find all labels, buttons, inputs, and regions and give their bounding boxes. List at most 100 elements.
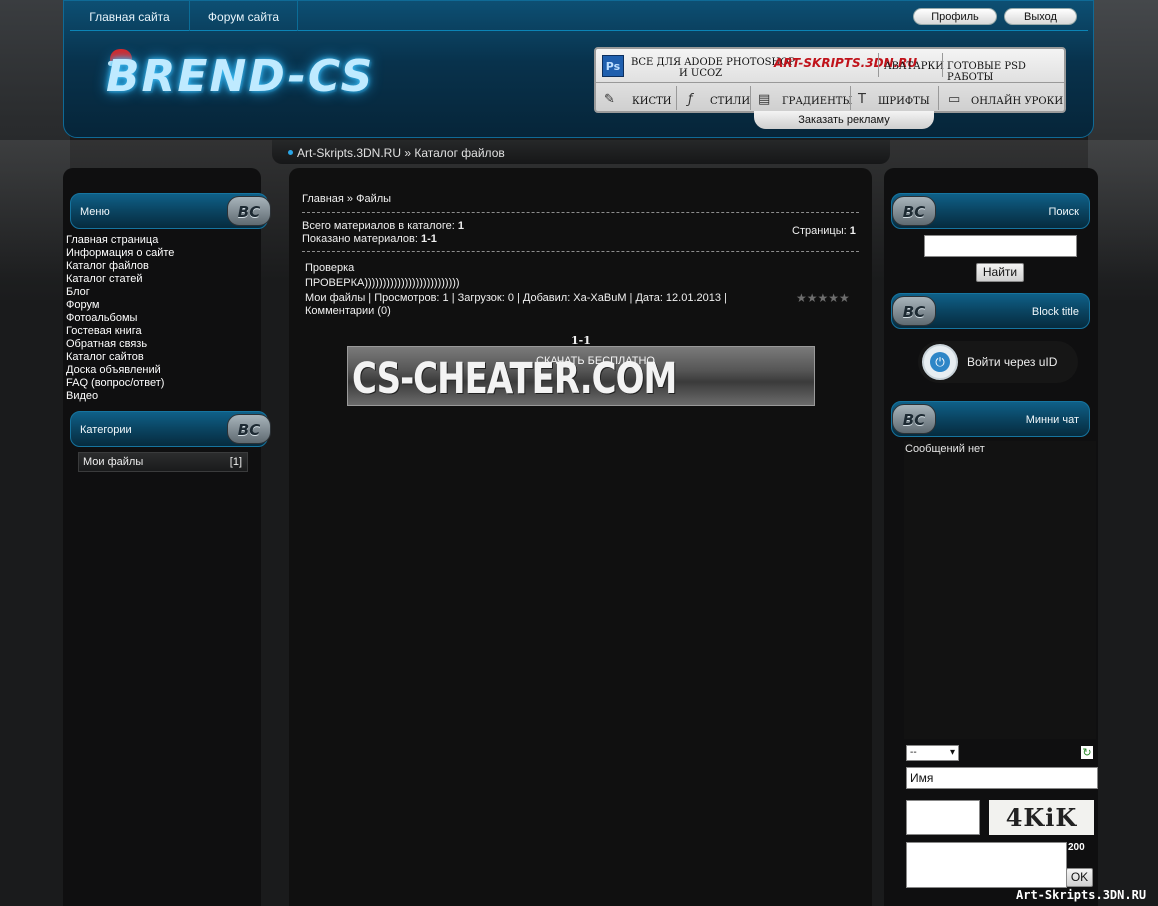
uid-login-label: Войти через uID xyxy=(967,355,1058,369)
power-icon: ⏻ xyxy=(930,352,950,372)
menu-item-home[interactable]: Главная страница xyxy=(66,234,174,247)
category-item[interactable]: Мои файлы [1] xyxy=(78,452,248,472)
ad-avatars[interactable]: Аватарки xyxy=(884,61,944,72)
categories-block-title: Категории BC xyxy=(70,411,271,447)
pages-label: Страницы: xyxy=(792,225,847,237)
ad-all-for[interactable]: Все для Adode Photoshop xyxy=(631,57,795,68)
search-block-title: BC Поиск xyxy=(891,193,1090,229)
ad-psd[interactable]: Готовые PSD работы xyxy=(947,61,1064,83)
ad-gradients[interactable]: Градиенты xyxy=(782,96,852,107)
font-icon: T xyxy=(858,92,866,107)
breadcrumb-text[interactable]: Art-Skripts.3DN.RU » Каталог файлов xyxy=(297,146,505,160)
bullet-icon xyxy=(288,150,293,155)
bc-badge-icon: BC xyxy=(227,196,271,226)
lesson-icon: ▭ xyxy=(948,92,961,107)
nav-home-link[interactable]: Главная сайта xyxy=(70,1,190,31)
refresh-icon[interactable]: ↻ xyxy=(1081,746,1093,759)
search-input[interactable] xyxy=(924,235,1077,257)
content-breadcrumb[interactable]: Главная » Файлы xyxy=(302,193,391,205)
category-name: Мои файлы xyxy=(83,456,144,468)
bc-badge-icon: BC xyxy=(892,404,936,434)
banner-subtitle: СКАЧАТЬ БЕСПЛАТНО xyxy=(536,355,655,367)
entry-comments-link[interactable]: Комментарии (0) xyxy=(305,305,391,317)
profile-button[interactable]: Профиль xyxy=(913,8,997,25)
ad-row-bottom: ✎ Кисти ƒ Стили ▤ Градиенты T Шрифты ▭ О… xyxy=(596,84,1064,113)
rating-stars[interactable]: ★★★★★ xyxy=(796,291,850,305)
shown-materials: Показано материалов: 1-1 xyxy=(302,233,437,245)
bc-badge-icon: BC xyxy=(892,296,936,326)
categories-title: Категории xyxy=(80,424,132,436)
total-label: Всего материалов в каталоге: xyxy=(302,220,455,232)
divider xyxy=(302,212,859,213)
chevron-down-icon: ▾ xyxy=(949,747,955,758)
chat-ok-button[interactable]: OK xyxy=(1066,868,1093,887)
ad-and-ucoz: и uCoz xyxy=(679,68,723,79)
menu-item-about[interactable]: Информация о сайте xyxy=(66,247,174,260)
block-title-bar: BC Block title xyxy=(891,293,1090,329)
total-materials: Всего материалов в каталоге: 1 xyxy=(302,220,464,232)
menu-item-board[interactable]: Доска объявлений xyxy=(66,364,174,377)
captcha-image: 4KiK xyxy=(989,800,1094,835)
order-ad-link[interactable]: Заказать рекламу xyxy=(754,111,934,129)
menu-item-forum[interactable]: Форум xyxy=(66,299,174,312)
nav-forum-link[interactable]: Форум сайта xyxy=(190,1,298,31)
logo-text: BREND-CS xyxy=(106,51,375,102)
main-content: Главная » Файлы Всего материалов в катал… xyxy=(289,168,872,906)
cs-cheater-banner[interactable]: CS-CHEATER.COM СКАЧАТЬ БЕСПЛАТНО xyxy=(347,346,815,406)
menu-item-blog[interactable]: Блог xyxy=(66,286,174,299)
pages-info: Страницы: 1 xyxy=(792,225,856,237)
gradient-icon: ▤ xyxy=(758,92,771,107)
block-title-text: Block title xyxy=(1031,306,1079,318)
logout-button[interactable]: Выход xyxy=(1004,8,1077,25)
top-nav: Главная сайта Форум сайта Профиль Выход xyxy=(70,1,1088,31)
total-value: 1 xyxy=(457,220,464,232)
ad-separator xyxy=(750,86,751,110)
site-header: Главная сайта Форум сайта Профиль Выход … xyxy=(63,0,1094,138)
watermark-text: Art-Skripts.3DN.RU xyxy=(1016,888,1147,902)
chat-empty-text: Сообщений нет xyxy=(905,443,985,455)
bc-badge-icon: BC xyxy=(227,414,271,444)
search-button[interactable]: Найти xyxy=(976,263,1024,282)
pages-value[interactable]: 1 xyxy=(850,225,856,237)
chat-name-input[interactable]: Имя xyxy=(906,767,1098,789)
photoshop-icon: Ps xyxy=(602,55,624,77)
menu-item-guestbook[interactable]: Гостевая книга xyxy=(66,325,174,338)
site-menu: Главная страница Информация о сайте Ката… xyxy=(66,234,174,403)
ad-brushes[interactable]: Кисти xyxy=(632,96,672,107)
chat-messages: Сообщений нет xyxy=(904,441,1096,739)
ad-lessons[interactable]: Онлайн уроки xyxy=(971,96,1063,107)
left-sidebar: Меню BC Главная страница Информация о са… xyxy=(63,168,271,906)
menu-item-faq[interactable]: FAQ (вопрос/ответ) xyxy=(66,377,174,390)
chat-title: Минни чат xyxy=(1025,414,1079,426)
chat-name-placeholder: Имя xyxy=(910,771,934,785)
char-counter: 200 xyxy=(1068,842,1085,853)
entry-text: ПРОВЕРКА)))))))))))))))))))))))))) xyxy=(305,277,460,289)
chat-select[interactable]: -- ▾ xyxy=(906,745,959,761)
fx-icon: ƒ xyxy=(688,92,693,107)
ad-banner[interactable]: Ps Все для Adode Photoshop и uCoz ART-SK… xyxy=(594,47,1066,113)
entry-title[interactable]: Проверка xyxy=(305,262,354,274)
ad-fonts[interactable]: Шрифты xyxy=(878,96,930,107)
ad-styles[interactable]: Стили xyxy=(710,96,750,107)
menu-item-photos[interactable]: Фотоальбомы xyxy=(66,312,174,325)
ad-separator xyxy=(676,86,677,110)
shown-label: Показано материалов: xyxy=(302,233,418,245)
menu-item-sites[interactable]: Каталог сайтов xyxy=(66,351,174,364)
bc-badge-icon: BC xyxy=(892,196,936,226)
chat-select-value: -- xyxy=(910,747,917,758)
menu-item-feedback[interactable]: Обратная связь xyxy=(66,338,174,351)
menu-item-video[interactable]: Видео xyxy=(66,390,174,403)
menu-item-articles[interactable]: Каталог статей xyxy=(66,273,174,286)
chat-block-title: BC Минни чат xyxy=(891,401,1090,437)
menu-title: Меню xyxy=(80,206,110,218)
site-logo[interactable]: BREND-CS xyxy=(94,39,394,119)
divider xyxy=(302,251,859,252)
breadcrumb: Art-Skripts.3DN.RU » Каталог файлов xyxy=(272,140,890,164)
search-title: Поиск xyxy=(1048,206,1079,218)
menu-item-files[interactable]: Каталог файлов xyxy=(66,260,174,273)
chat-message-textarea[interactable] xyxy=(906,842,1067,888)
shown-value: 1-1 xyxy=(420,233,437,245)
captcha-input[interactable] xyxy=(906,800,980,835)
ad-separator xyxy=(942,53,943,77)
uid-login-button[interactable]: ⏻ Войти через uID xyxy=(918,341,1078,383)
